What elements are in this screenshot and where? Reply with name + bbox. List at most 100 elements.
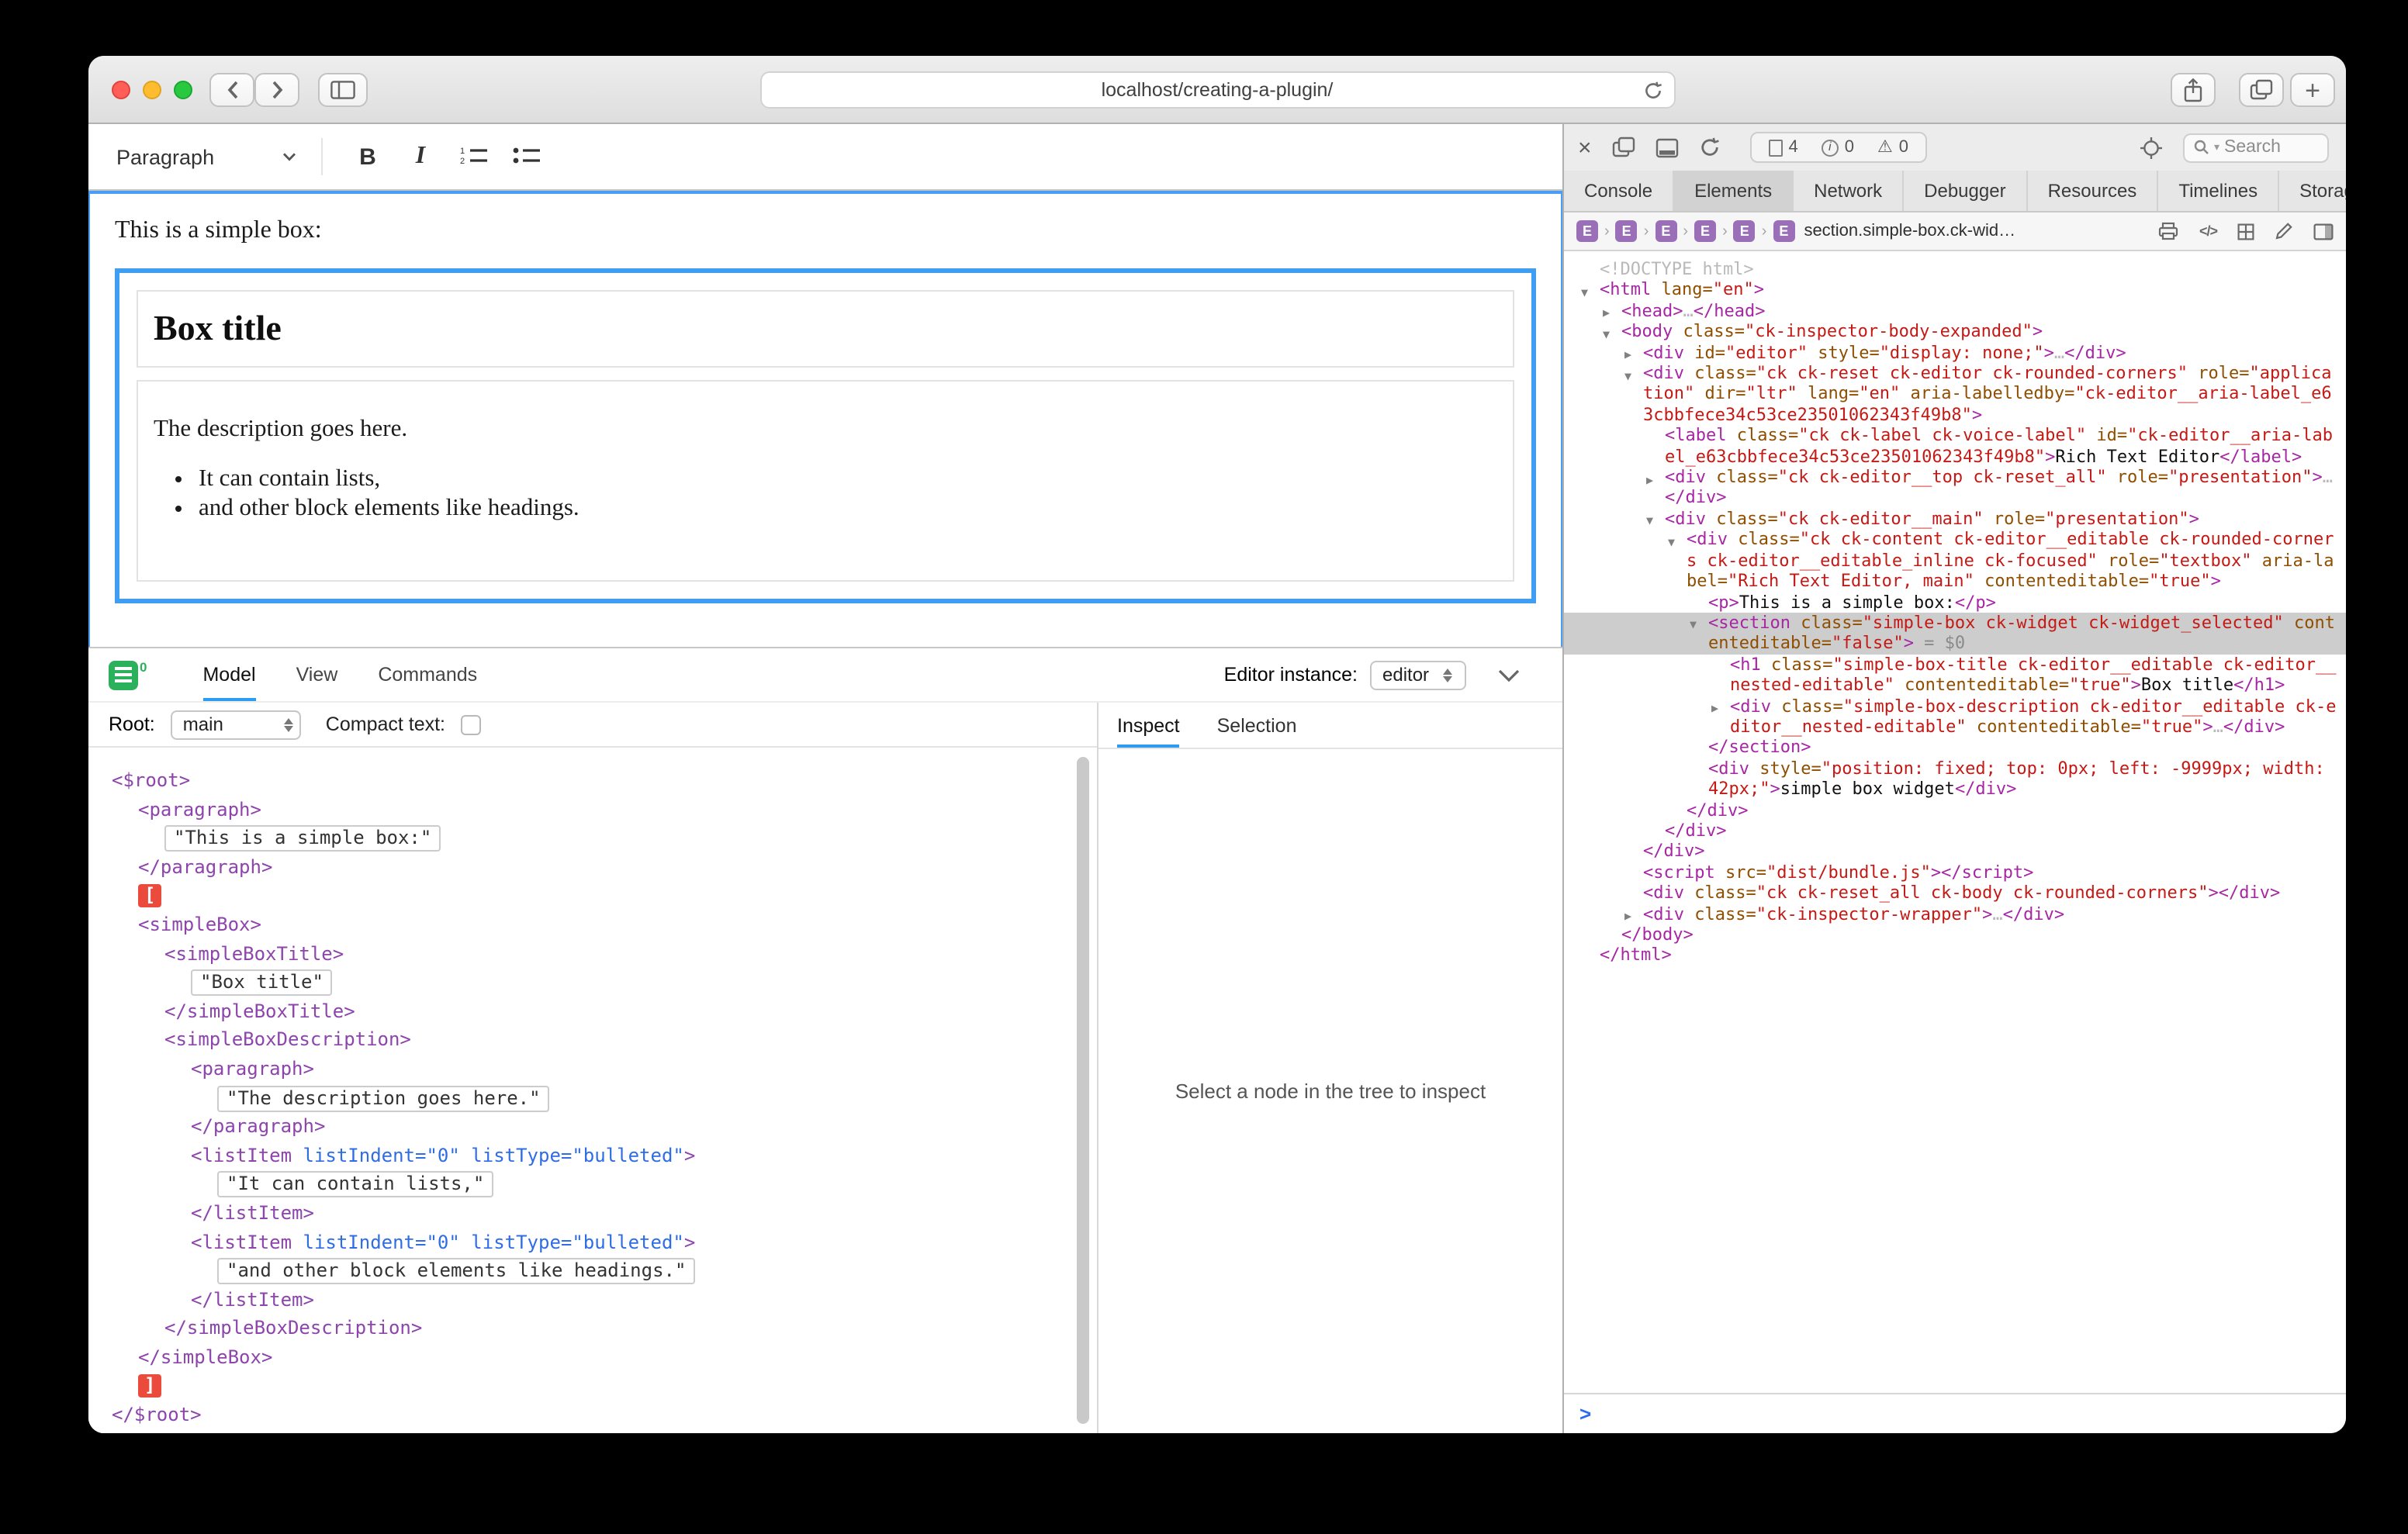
model-tree-line[interactable]: </$root> bbox=[112, 1401, 1066, 1429]
expanded-arrow-icon[interactable]: ▼ bbox=[1668, 532, 1675, 553]
dom-tree-line[interactable]: <!DOCTYPE html> bbox=[1564, 259, 2346, 280]
dom-tree-line[interactable]: ▼<body class="ck-inspector-body-expanded… bbox=[1564, 321, 2346, 342]
sidebar-toggle-button[interactable] bbox=[318, 73, 368, 107]
model-tree-line[interactable]: "This is a simple box:" bbox=[112, 824, 1066, 852]
dom-tree-line[interactable]: <div style="position: fixed; top: 0px; l… bbox=[1564, 758, 2346, 800]
model-tree-line[interactable]: "Box title" bbox=[112, 968, 1066, 997]
compact-text-checkbox[interactable] bbox=[461, 714, 481, 734]
model-tree-line[interactable]: </paragraph> bbox=[112, 1112, 1066, 1141]
collapse-inspector-button[interactable] bbox=[1497, 668, 1521, 682]
dom-tree-line[interactable]: ▼<div class="ck ck-editor__main" role="p… bbox=[1564, 509, 2346, 530]
dom-tree-line[interactable]: ▶<head>…</head> bbox=[1564, 301, 2346, 322]
grid-overlay-icon[interactable] bbox=[2237, 223, 2254, 240]
devtools-tab-elements[interactable]: Elements bbox=[1674, 171, 1794, 211]
close-devtools-button[interactable]: × bbox=[1578, 136, 1592, 159]
dom-tree-line[interactable]: </div> bbox=[1564, 821, 2346, 841]
dom-tree-line[interactable]: </section> bbox=[1564, 738, 2346, 758]
dom-tree-line[interactable]: </div> bbox=[1564, 800, 2346, 821]
devtools-tab-console[interactable]: Console bbox=[1564, 171, 1674, 211]
model-tree-line[interactable]: [ bbox=[112, 882, 1066, 910]
breadcrumb-element-icon[interactable]: E bbox=[1655, 220, 1676, 242]
collapsed-arrow-icon[interactable]: ▶ bbox=[1603, 303, 1610, 324]
inspector-tab-view[interactable]: View bbox=[296, 648, 338, 701]
reload-icon[interactable] bbox=[1642, 81, 1662, 105]
breadcrumb-element-icon[interactable]: E bbox=[1734, 220, 1756, 242]
simple-box-widget[interactable]: Box title The description goes here. It … bbox=[115, 268, 1536, 603]
model-tree-line[interactable]: </listItem> bbox=[112, 1285, 1066, 1314]
dom-tree-line[interactable]: ▶<div class="ck ck-editor__top ck-reset_… bbox=[1564, 467, 2346, 509]
scrollbar[interactable] bbox=[1077, 754, 1089, 1427]
warning-count[interactable]: ⚠0 bbox=[1877, 138, 1908, 157]
model-tree-line[interactable]: <$root> bbox=[112, 766, 1066, 795]
model-tree-line[interactable]: ] bbox=[112, 1372, 1066, 1401]
dom-tree-line[interactable]: ▼<section class="simple-box ck-widget ck… bbox=[1564, 613, 2346, 655]
back-button[interactable] bbox=[209, 73, 254, 107]
devtools-tab-timelines[interactable]: Timelines bbox=[2158, 171, 2279, 211]
model-tree-line[interactable]: <listItem listIndent="0" listType="bulle… bbox=[112, 1228, 1066, 1256]
dom-tree-line[interactable]: ▼<html lang="en"> bbox=[1564, 280, 2346, 301]
model-tree-line[interactable]: <paragraph> bbox=[112, 1055, 1066, 1083]
editor-instance-select[interactable]: editor bbox=[1370, 660, 1466, 689]
bold-button[interactable]: B bbox=[344, 133, 391, 180]
box-title[interactable]: Box title bbox=[137, 290, 1514, 368]
dock-bottom-button[interactable] bbox=[1656, 137, 1679, 157]
inspector-tab-model[interactable]: Model bbox=[202, 648, 255, 701]
description-paragraph[interactable]: The description goes here. bbox=[154, 416, 1497, 444]
node-tab-selection[interactable]: Selection bbox=[1217, 703, 1297, 748]
node-tab-inspect[interactable]: Inspect bbox=[1117, 703, 1180, 748]
paragraph-dropdown[interactable]: Paragraph bbox=[116, 145, 306, 168]
model-tree-line[interactable]: </simpleBoxDescription> bbox=[112, 1315, 1066, 1343]
devtools-tab-debugger[interactable]: Debugger bbox=[1904, 171, 2027, 211]
model-tree-line[interactable]: <listItem listIndent="0" listType="bulle… bbox=[112, 1141, 1066, 1170]
dom-tree-line[interactable]: <script src="dist/bundle.js"></script> bbox=[1564, 862, 2346, 883]
dom-tree-line[interactable]: ▼<div class="ck ck-reset ck-editor ck-ro… bbox=[1564, 363, 2346, 425]
bulleted-list-button[interactable] bbox=[503, 133, 549, 180]
breadcrumb-current-element[interactable]: section.simple-box.ck-wid… bbox=[1804, 222, 2015, 240]
address-bar[interactable]: localhost/creating-a-plugin/ bbox=[759, 71, 1675, 109]
collapsed-arrow-icon[interactable]: ▶ bbox=[1711, 698, 1718, 719]
resource-count[interactable]: 4 bbox=[1769, 138, 1798, 157]
show-source-icon[interactable]: </> bbox=[2199, 223, 2217, 239]
root-select[interactable]: main bbox=[171, 710, 301, 739]
dom-tree-line[interactable]: </div> bbox=[1564, 841, 2346, 862]
breadcrumb-element-icon[interactable]: E bbox=[1773, 220, 1794, 242]
dom-tree-line[interactable]: ▶<div class="ck-inspector-wrapper">…</di… bbox=[1564, 903, 2346, 924]
expanded-arrow-icon[interactable]: ▼ bbox=[1603, 323, 1610, 344]
quick-console[interactable]: > bbox=[1564, 1393, 2346, 1433]
model-tree-line[interactable]: </paragraph> bbox=[112, 853, 1066, 882]
dom-tree-line[interactable]: <div class="ck ck-reset_all ck-body ck-r… bbox=[1564, 883, 2346, 903]
dom-tree-line[interactable]: ▼<div class="ck ck-content ck-editor__ed… bbox=[1564, 530, 2346, 592]
breadcrumb-element-icon[interactable]: E bbox=[1694, 220, 1716, 242]
detach-devtools-button[interactable] bbox=[1612, 136, 1635, 158]
expanded-arrow-icon[interactable]: ▼ bbox=[1624, 365, 1631, 386]
close-window-button[interactable] bbox=[112, 81, 130, 99]
split-view-icon[interactable] bbox=[2313, 223, 2334, 240]
devtools-tab-network[interactable]: Network bbox=[1794, 171, 1904, 211]
error-count[interactable]: i0 bbox=[1822, 138, 1854, 157]
element-picker-button[interactable] bbox=[2140, 136, 2163, 159]
dom-tree-line[interactable]: <h1 class="simple-box-title ck-editor__e… bbox=[1564, 654, 2346, 696]
zoom-window-button[interactable] bbox=[174, 81, 192, 99]
model-tree-line[interactable]: "and other block elements like headings.… bbox=[112, 1256, 1066, 1285]
share-button[interactable] bbox=[2171, 73, 2216, 107]
model-tree-line[interactable]: <simpleBox> bbox=[112, 910, 1066, 939]
new-tab-button[interactable]: + bbox=[2290, 73, 2335, 107]
expanded-arrow-icon[interactable]: ▼ bbox=[1646, 511, 1653, 532]
model-tree-line[interactable]: </simpleBoxTitle> bbox=[112, 997, 1066, 1026]
activity-summary[interactable]: 4 i0 ⚠0 bbox=[1750, 132, 1928, 163]
model-tree-line[interactable]: "The description goes here." bbox=[112, 1083, 1066, 1112]
model-tree-line[interactable]: <paragraph> bbox=[112, 795, 1066, 824]
dom-tree-line[interactable]: </html> bbox=[1564, 945, 2346, 966]
model-tree-line[interactable]: <simpleBoxDescription> bbox=[112, 1026, 1066, 1055]
dom-tree-line[interactable]: <label class="ck ck-label ck-voice-label… bbox=[1564, 426, 2346, 468]
collapsed-arrow-icon[interactable]: ▶ bbox=[1624, 906, 1631, 927]
minimize-window-button[interactable] bbox=[143, 81, 161, 99]
dom-tree-line[interactable]: ▶<div class="simple-box-description ck-e… bbox=[1564, 696, 2346, 738]
model-tree-line[interactable]: </listItem> bbox=[112, 1199, 1066, 1228]
editor-content[interactable]: This is a simple box: Box title The desc… bbox=[88, 191, 1562, 647]
forward-button[interactable] bbox=[254, 73, 299, 107]
tab-overview-button[interactable] bbox=[2239, 73, 2284, 107]
numbered-list-button[interactable]: 12 bbox=[450, 133, 496, 180]
devtools-tab-storage[interactable]: Storage bbox=[2279, 171, 2346, 211]
reload-page-button[interactable] bbox=[1699, 136, 1721, 158]
